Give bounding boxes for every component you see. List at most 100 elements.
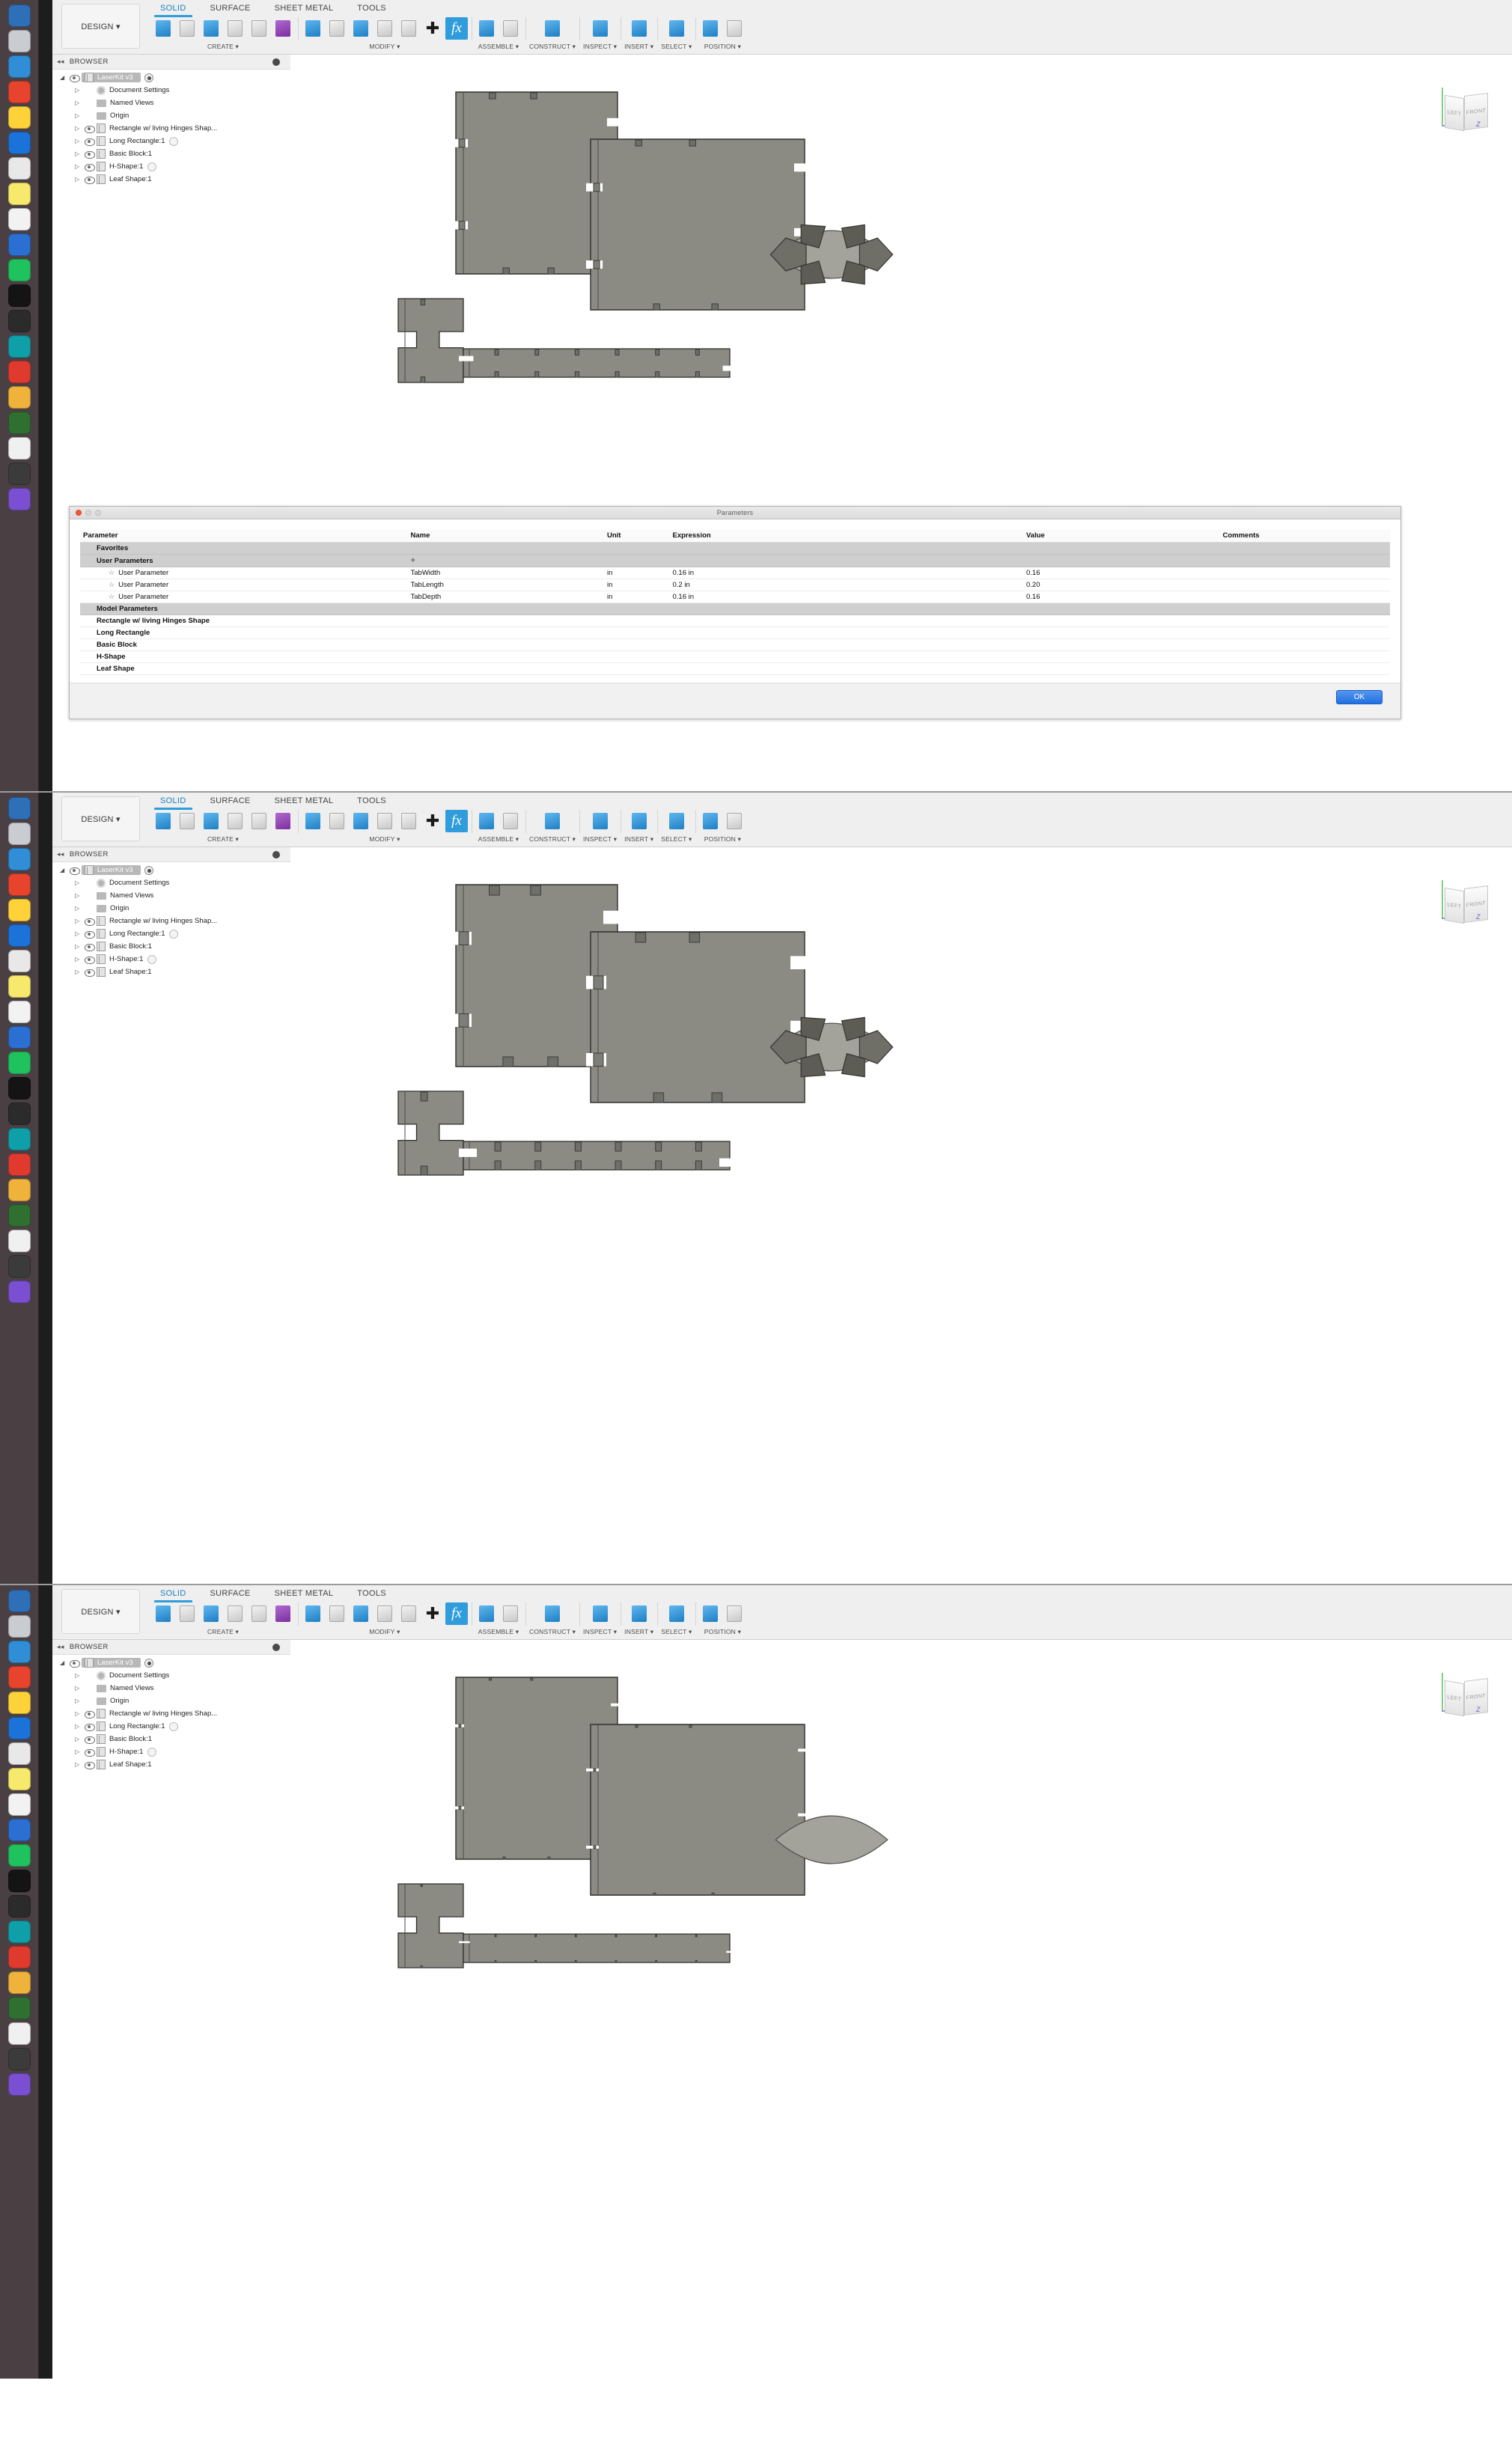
visibility-eye-icon[interactable] — [84, 956, 95, 964]
dialog-title-bar[interactable]: Parameters — [70, 507, 1400, 519]
combine-icon[interactable] — [374, 1602, 396, 1625]
chevron-right-icon[interactable]: ▷ — [75, 1736, 84, 1742]
tab-tools[interactable]: TOOLS — [345, 2, 398, 14]
extrude-icon[interactable] — [176, 810, 198, 832]
dock-app-icon[interactable] — [7, 1921, 31, 1943]
chevron-right-icon[interactable]: ▷ — [75, 918, 84, 924]
collapse-panel-icon[interactable]: ◂◂ — [57, 58, 64, 66]
browser-item[interactable]: ▷ Document Settings — [52, 1669, 290, 1682]
tab-solid[interactable]: SOLID — [148, 2, 198, 17]
model-parameter-row[interactable]: Rectangle w/ living Hinges Shape — [80, 614, 1390, 627]
col-header-expression[interactable]: Expression — [669, 530, 1023, 543]
browser-item[interactable]: ▷ Leaf Shape:1 — [52, 173, 290, 186]
chevron-right-icon[interactable]: ▷ — [75, 1761, 84, 1768]
dock-app-icon[interactable] — [7, 1230, 31, 1252]
split-face-icon[interactable] — [397, 810, 420, 832]
visibility-eye-icon[interactable] — [84, 1710, 95, 1718]
visibility-eye-icon[interactable] — [69, 1659, 80, 1668]
select-window-icon[interactable] — [665, 17, 688, 40]
chevron-right-icon[interactable]: ▷ — [75, 1672, 84, 1679]
browser-item[interactable]: ▷ Rectangle w/ living Hinges Shap... — [52, 1707, 290, 1720]
joint-icon[interactable] — [499, 17, 522, 40]
shell-icon[interactable] — [350, 17, 372, 40]
visibility-eye-icon[interactable] — [84, 176, 95, 184]
collapse-panel-icon[interactable]: ◂◂ — [57, 1643, 64, 1651]
tab-solid[interactable]: SOLID — [148, 795, 198, 810]
dock-app-icon[interactable] — [7, 1641, 31, 1663]
visibility-eye-icon[interactable] — [84, 943, 95, 951]
create-sketch-icon[interactable] — [152, 810, 174, 832]
dock-app-icon[interactable] — [7, 1590, 31, 1612]
design-viewport[interactable]: LEFT FRONT Z — [290, 864, 1512, 1586]
chevron-right-icon[interactable]: ▷ — [75, 125, 84, 132]
dock-app-icon[interactable] — [7, 412, 31, 434]
browser-item[interactable]: ▷ Rectangle w/ living Hinges Shap... — [52, 122, 290, 135]
view-cube-left-face[interactable]: LEFT — [1445, 94, 1464, 132]
tab-sheet-metal[interactable]: SHEET METAL — [263, 2, 346, 14]
browser-item[interactable]: ▷ Basic Block:1 — [52, 1733, 290, 1745]
chevron-down-icon[interactable]: ◢ — [60, 74, 69, 81]
browser-item[interactable]: ▷ Leaf Shape:1 — [52, 1758, 290, 1771]
tab-solid[interactable]: SOLID — [148, 1588, 198, 1602]
dock-app-icon[interactable] — [7, 1742, 31, 1765]
visibility-eye-icon[interactable] — [84, 1748, 95, 1757]
tab-surface[interactable]: SURFACE — [198, 1588, 263, 1599]
dock-app-icon[interactable] — [7, 1666, 31, 1689]
offset-plane-icon[interactable] — [541, 17, 564, 40]
chevron-right-icon[interactable]: ▷ — [75, 879, 84, 886]
align-icon[interactable] — [699, 1602, 722, 1625]
browser-root-item[interactable]: ◢ LaserKit v3 — [52, 1656, 290, 1669]
parameters-dialog[interactable]: Parameters Parameter Name Unit Expression Va… — [69, 506, 1401, 719]
dock-app-icon[interactable] — [7, 975, 31, 998]
create-sketch-icon[interactable] — [152, 1602, 174, 1625]
chevron-right-icon[interactable]: ▷ — [75, 930, 84, 937]
revolve-icon[interactable] — [200, 17, 222, 40]
chevron-right-icon[interactable]: ▷ — [75, 1748, 84, 1755]
browser-item[interactable]: ▷ Origin — [52, 1695, 290, 1707]
model-parameter-row[interactable]: H-Shape — [80, 650, 1390, 663]
dock-app-icon[interactable] — [7, 157, 31, 180]
favorite-star-icon[interactable]: ☆ — [109, 569, 115, 576]
chevron-down-icon[interactable]: ◢ — [60, 867, 69, 873]
group-row-favorites[interactable]: Favorites — [80, 542, 1390, 555]
browser-item[interactable]: ▷ Leaf Shape:1 — [52, 966, 290, 978]
tab-surface[interactable]: SURFACE — [198, 795, 263, 807]
align-icon[interactable] — [699, 810, 722, 832]
shell-icon[interactable] — [350, 810, 372, 832]
shape-leaf[interactable] — [768, 213, 895, 296]
split-face-icon[interactable] — [397, 17, 420, 40]
move-copy-icon[interactable]: ✚ — [421, 810, 444, 832]
chevron-right-icon[interactable]: ▷ — [75, 100, 84, 106]
offset-plane-icon[interactable] — [541, 1602, 564, 1625]
measure-icon[interactable] — [589, 17, 612, 40]
favorite-star-icon[interactable]: ☆ — [109, 593, 115, 600]
browser-item[interactable]: ▷ Long Rectangle:1 — [52, 1720, 290, 1733]
dock-app-icon[interactable] — [7, 2048, 31, 2070]
activate-component-icon[interactable] — [144, 1658, 153, 1668]
chevron-right-icon[interactable]: ▷ — [75, 905, 84, 912]
browser-root-item[interactable]: ◢ LaserKit v3 — [52, 71, 290, 84]
dock-app-icon[interactable] — [7, 259, 31, 281]
workspace-switcher-button[interactable]: DESIGN ▾ — [61, 4, 140, 49]
chevron-right-icon[interactable]: ▷ — [75, 138, 84, 144]
view-cube[interactable]: LEFT FRONT Z — [1434, 877, 1496, 934]
visibility-eye-icon[interactable] — [84, 930, 95, 939]
view-cube-left-face[interactable]: LEFT — [1445, 887, 1464, 924]
dock-app-icon[interactable] — [7, 1001, 31, 1023]
tab-tools[interactable]: TOOLS — [345, 795, 398, 807]
dock-app-icon[interactable] — [7, 30, 31, 52]
shell-icon[interactable] — [350, 1602, 372, 1625]
view-cube[interactable]: LEFT FRONT Z — [1434, 1670, 1496, 1727]
dock-app-icon[interactable] — [7, 183, 31, 205]
browser-item[interactable]: ▷ Basic Block:1 — [52, 147, 290, 160]
add-parameter-icon[interactable]: + — [411, 556, 415, 565]
visibility-eye-icon[interactable] — [84, 163, 95, 171]
chevron-right-icon[interactable]: ▷ — [75, 176, 84, 183]
dock-app-icon[interactable] — [7, 1895, 31, 1918]
shape-h-shape[interactable] — [395, 1088, 466, 1178]
change-parameters-icon[interactable]: fx — [445, 1602, 468, 1625]
dock-app-icon[interactable] — [7, 1102, 31, 1125]
select-window-icon[interactable] — [665, 1602, 688, 1625]
visibility-eye-icon[interactable] — [84, 138, 95, 146]
dock-app-icon[interactable] — [7, 2073, 31, 2096]
